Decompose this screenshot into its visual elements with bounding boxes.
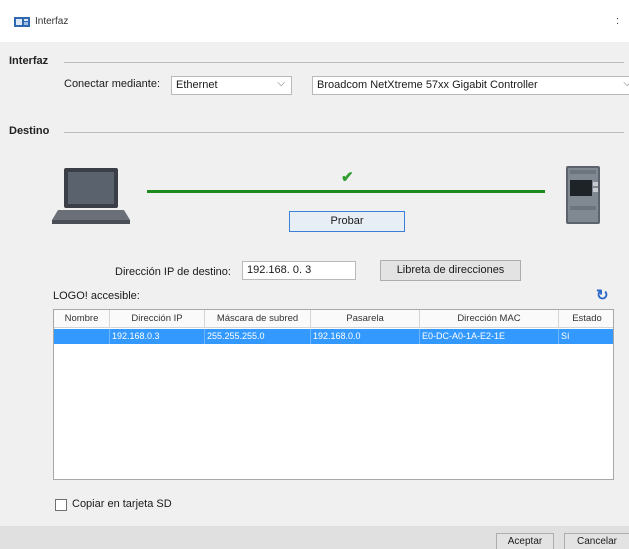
check-icon: ✔ [341, 169, 354, 186]
chevron-down-icon: ⌵ [277, 78, 285, 89]
cell-name [54, 329, 110, 344]
column-header-gateway[interactable]: Pasarela [311, 310, 420, 328]
connect-label: Conectar mediante: [64, 78, 160, 90]
address-book-button[interactable]: Libreta de direcciones [380, 260, 521, 281]
logo-device-icon [566, 166, 600, 227]
column-header-mac[interactable]: Dirección MAC [420, 310, 559, 328]
interfaz-group-divider [64, 62, 624, 63]
interfaz-group-label: Interfaz [9, 55, 49, 67]
column-header-subnet[interactable]: Máscara de subred [205, 310, 311, 328]
laptop-icon [52, 166, 130, 231]
network-adapter-select[interactable]: Broadcom NetXtreme 57xx Gigabit Controll… [312, 76, 629, 95]
cell-subnet: 255.255.255.0 [205, 329, 311, 344]
target-ip-label: Dirección IP de destino: [115, 266, 231, 278]
window-title: Interfaz [35, 16, 69, 27]
connection-type-select[interactable]: Ethernet ⌵ [171, 76, 292, 95]
sd-copy-checkbox[interactable] [55, 499, 67, 511]
accessible-devices-label: LOGO! accesible: [53, 290, 140, 302]
accept-button[interactable]: Aceptar [496, 533, 554, 549]
target-ip-input[interactable]: 192.168. 0. 3 [242, 261, 356, 280]
sd-copy-label: Copiar en tarjeta SD [72, 498, 172, 510]
test-connection-button[interactable]: Probar [289, 211, 405, 232]
cancel-button[interactable]: Cancelar [564, 533, 629, 549]
close-icon[interactable]: : [616, 15, 619, 27]
chevron-down-icon: ⌵ [623, 78, 629, 89]
cell-gateway: 192.168.0.0 [311, 329, 420, 344]
column-header-ip[interactable]: Dirección IP [110, 310, 205, 328]
column-header-status[interactable]: Estado [559, 310, 613, 328]
table-row[interactable]: 192.168.0.3 255.255.255.0 192.168.0.0 E0… [54, 329, 613, 344]
connection-line [147, 190, 545, 193]
cell-mac: E0-DC-A0-1A-E2-1E [420, 329, 559, 344]
cell-ip: 192.168.0.3 [110, 329, 205, 344]
title-bar: Interfaz : [0, 0, 629, 42]
network-adapter-value: Broadcom NetXtreme 57xx Gigabit Controll… [317, 79, 538, 91]
connection-type-value: Ethernet [176, 79, 218, 91]
app-icon [14, 16, 30, 28]
accessible-devices-table[interactable]: Nombre Dirección IP Máscara de subred Pa… [53, 309, 614, 480]
refresh-icon[interactable]: ↻ [596, 286, 609, 304]
column-header-name[interactable]: Nombre [54, 310, 110, 328]
destino-group-label: Destino [9, 125, 50, 137]
cell-status: Sí [561, 331, 570, 341]
destino-group-divider [64, 132, 624, 133]
